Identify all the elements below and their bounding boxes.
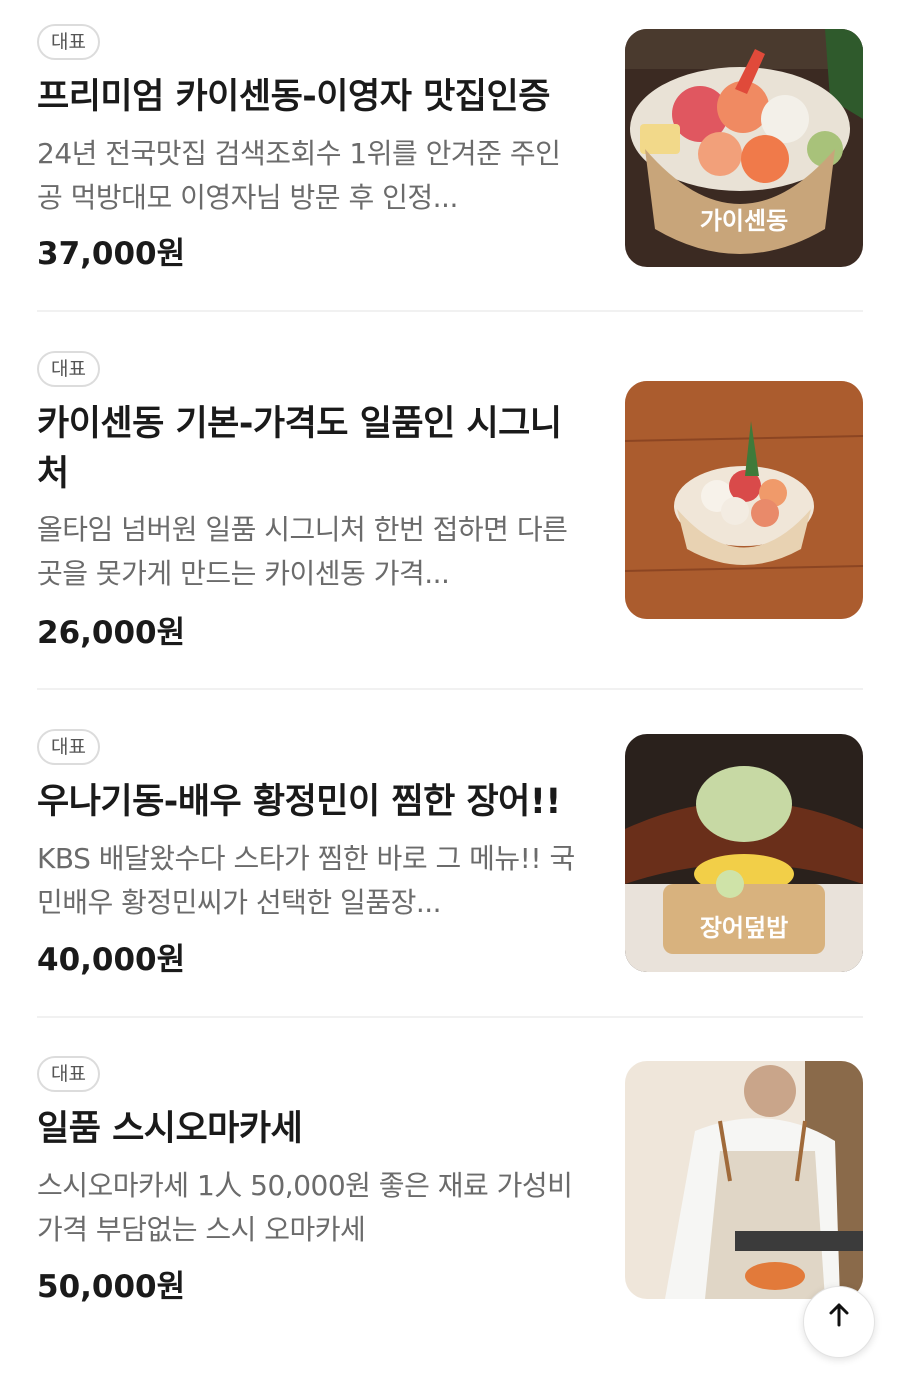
photo-caption: 가이센동 [700,207,788,235]
menu-item-description: 24년 전국맛집 검색조회수 1위를 안겨준 주인공 먹방대모 이영자님 방문 … [37,137,561,214]
menu-item-kaisendon-basic[interactable]: 대표 카이센동 기본-가격도 일품인 시그니처 올타임 넘버원 일품 시그니처 … [0,351,897,679]
item-divider [37,688,863,690]
menu-item-price: 26,000원 [37,615,186,651]
representative-badge: 대표 [37,1056,100,1092]
representative-badge: 대표 [37,729,100,765]
photo-caption: 장어덮밥 [700,914,788,942]
menu-item-title: 카이센동 기본-가격도 일품인 시그니처 [37,404,562,494]
menu-item-unagidon[interactable]: 대표 우나기동-배우 황정민이 찜한 장어!! KBS 배달왔수다 스타가 찜한… [0,729,897,1057]
menu-item-photo [625,381,863,619]
representative-badge: 대표 [37,351,100,387]
arrow-up-icon [826,1301,852,1331]
menu-item-title: 우나기동-배우 황정민이 찜한 장어!! [37,782,561,822]
menu-item-price: 40,000원 [37,942,186,978]
menu-item-title: 일품 스시오마카세 [37,1109,303,1149]
scroll-to-top-button[interactable] [803,1286,875,1358]
menu-item-description: 스시오마카세 1人 50,000원 좋은 재료 가성비 가격 부담없는 스시 오… [37,1169,573,1246]
menu-item-price: 37,000원 [37,236,186,272]
menu-item-title: 프리미엄 카이센동-이영자 맛집인증 [37,77,550,117]
representative-badge: 대표 [37,24,100,60]
menu-item-photo: 가이센동 [625,29,863,267]
item-divider [37,310,863,312]
menu-item-photo [625,1061,863,1299]
menu-item-premium-kaisendon[interactable]: 대표 프리미엄 카이센동-이영자 맛집인증 24년 전국맛집 검색조회수 1위를… [0,24,897,352]
menu-item-sushi-omakase[interactable]: 대표 일품 스시오마카세 스시오마카세 1人 50,000원 좋은 재료 가성비… [0,1056,897,1384]
menu-item-description: KBS 배달왔수다 스타가 찜한 바로 그 메뉴!! 국민배우 황정민씨가 선택… [37,842,575,919]
menu-item-description: 올타임 넘버원 일품 시그니처 한번 접하면 다른 곳을 못가게 만드는 카이센… [37,513,568,590]
menu-item-price: 50,000원 [37,1269,186,1305]
item-divider [37,1016,863,1018]
menu-item-photo: 장어덮밥 [625,734,863,972]
